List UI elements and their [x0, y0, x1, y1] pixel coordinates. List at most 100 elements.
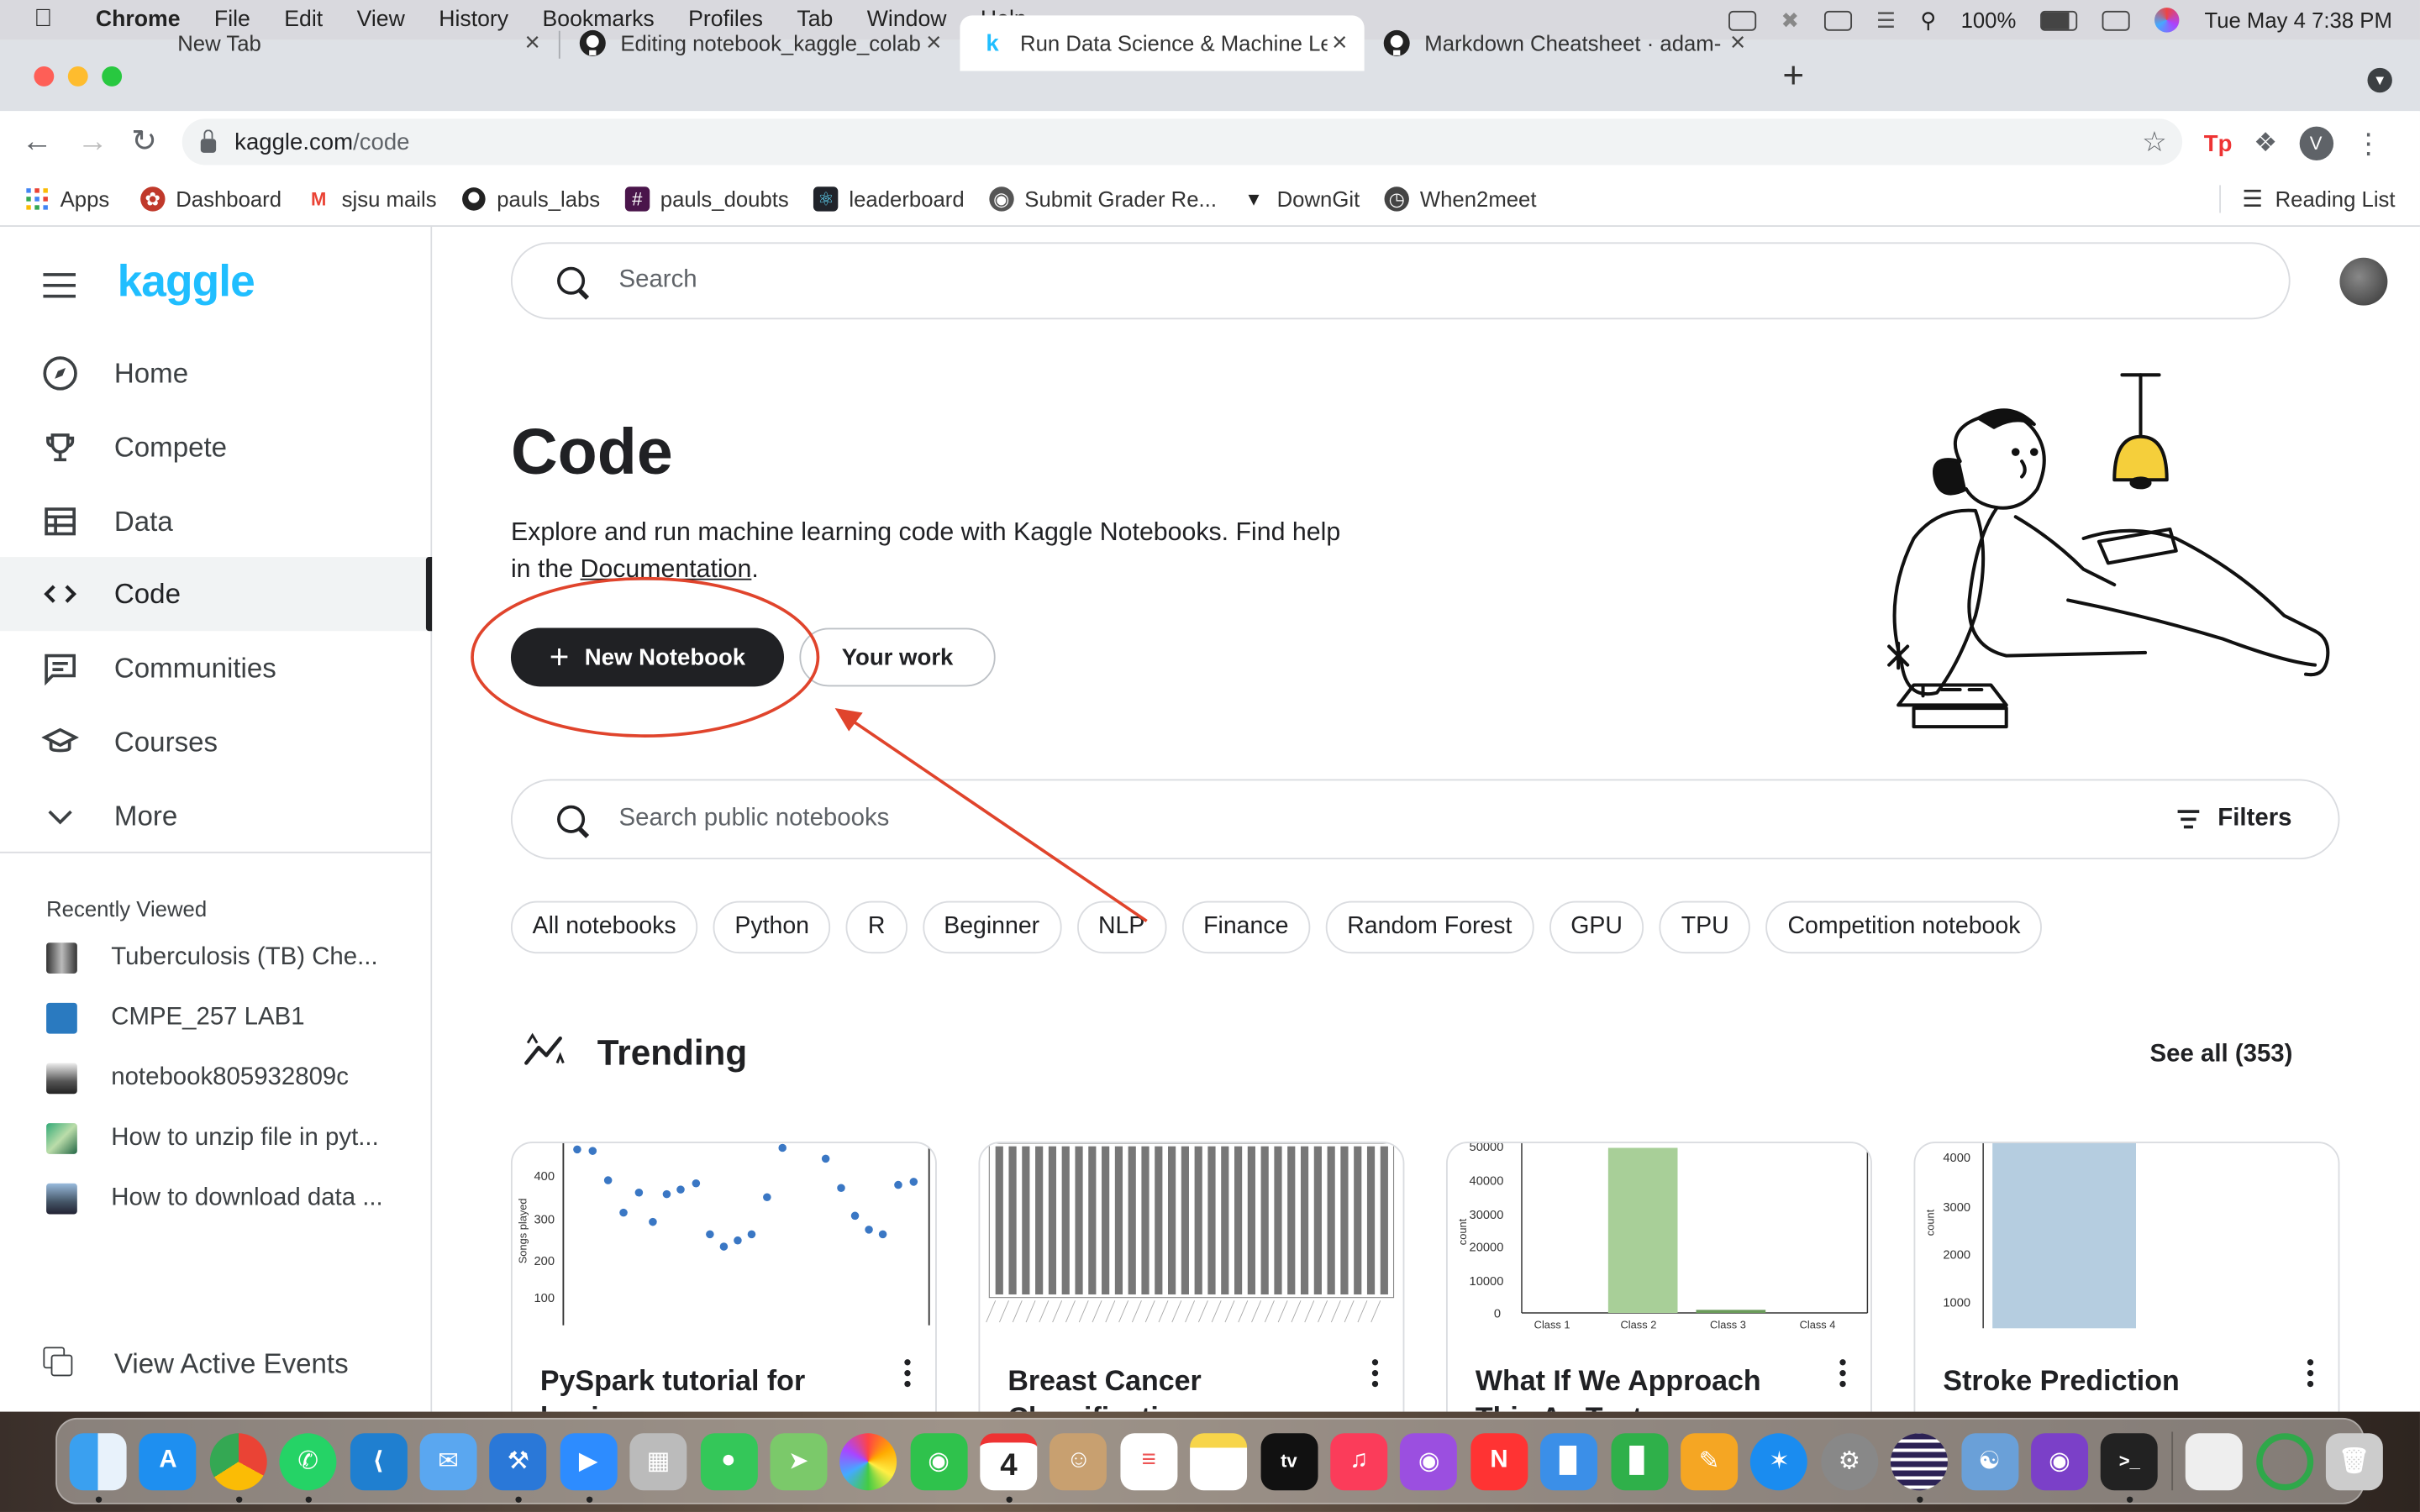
site-search-input[interactable]: Search [510, 242, 2291, 320]
bookmark-submit-grader[interactable]: ◉ Submit Grader Re... [989, 186, 1217, 212]
chip-beginner[interactable]: Beginner [922, 900, 1061, 954]
apple-menu-icon[interactable]:  [34, 6, 65, 34]
sidebar-item-home[interactable]: Home [0, 336, 430, 410]
more-options-icon[interactable] [1371, 1359, 1379, 1392]
chip-competition-notebook[interactable]: Competition notebook [1765, 900, 2043, 954]
notebook-card[interactable]: count 4000 3000 2000 1000 Stroke Predict… [1913, 1142, 2340, 1412]
tab-editing-notebook[interactable]: Editing notebook_kaggle_colab × [560, 15, 959, 71]
zoom-icon[interactable]: ▶ [560, 1432, 618, 1503]
photos-icon[interactable] [839, 1432, 897, 1490]
chip-nlp[interactable]: NLP [1076, 900, 1167, 954]
safari-icon[interactable]: ✶ [1750, 1432, 1808, 1490]
news-icon[interactable]: N [1470, 1432, 1528, 1490]
bookmark-downgit[interactable]: ▼ DownGit [1241, 186, 1360, 211]
close-tab-icon[interactable]: × [922, 28, 946, 59]
maps-icon[interactable]: ➤ [770, 1432, 828, 1490]
sidebar-item-code[interactable]: Code [0, 557, 433, 632]
documents-folder-icon[interactable] [2185, 1432, 2243, 1490]
tp-extension-icon[interactable]: Tp [2204, 130, 2233, 156]
profile-avatar[interactable]: V [2298, 126, 2333, 161]
notes-icon[interactable] [1190, 1432, 1248, 1490]
terminal-icon[interactable]: >_ [2101, 1432, 2159, 1503]
wifi-icon[interactable]: ☰ [1876, 7, 1896, 33]
recent-item[interactable]: Tuberculosis (TB) Che... [46, 940, 417, 977]
battery-icon[interactable] [2040, 9, 2078, 30]
more-options-icon[interactable] [904, 1359, 911, 1392]
preview-icon[interactable]: ☯ [1960, 1432, 2018, 1490]
your-work-button[interactable]: Your work [799, 627, 996, 687]
keynote-icon[interactable]: ▉ [1540, 1432, 1598, 1490]
vscode-icon[interactable]: ⟨ [350, 1432, 408, 1490]
contacts-icon[interactable]: ☺ [1050, 1432, 1107, 1490]
chip-finance[interactable]: Finance [1181, 900, 1311, 954]
facetime-icon[interactable]: ◉ [910, 1432, 968, 1490]
user-avatar[interactable] [2339, 257, 2388, 306]
reload-icon[interactable]: ↻ [131, 123, 157, 160]
chip-random-forest[interactable]: Random Forest [1325, 900, 1534, 954]
lock-icon[interactable] [200, 129, 217, 152]
apple-tv-icon[interactable]: tv [1260, 1432, 1318, 1490]
chip-tpu[interactable]: TPU [1660, 900, 1751, 954]
hamburger-menu-icon[interactable] [43, 273, 76, 306]
music-icon[interactable]: ♫ [1330, 1432, 1388, 1490]
recent-item[interactable]: How to unzip file in pyt... [46, 1120, 417, 1157]
notebook-card[interactable]: Breast Cancer Classification [978, 1142, 1405, 1412]
sidebar-item-more[interactable]: More [0, 780, 430, 853]
xcode-icon[interactable]: ⚒ [489, 1432, 547, 1503]
chrome-icon[interactable] [209, 1432, 267, 1503]
filters-button[interactable]: Filters [2177, 806, 2291, 833]
chip-python[interactable]: Python [713, 900, 831, 954]
mail-icon[interactable]: ✉ [419, 1432, 477, 1490]
notebook-card[interactable]: count 50000 40000 30000 20000 10000 0 Cl… [1445, 1142, 1872, 1412]
chip-r[interactable]: R [846, 900, 908, 954]
sidebar-item-courses[interactable]: Courses [0, 705, 430, 779]
close-window-button[interactable] [34, 66, 55, 87]
forward-arrow-icon[interactable]: → [77, 123, 108, 160]
trash-icon[interactable]: 🗑 [2325, 1432, 2383, 1490]
zoom-window-button[interactable] [102, 66, 123, 87]
recent-item[interactable]: How to download data ... [46, 1180, 417, 1217]
bookmark-dashboard[interactable]: ✿ Dashboard [139, 186, 281, 212]
tab-kaggle-code[interactable]: k Run Data Science & Machine Le × [960, 15, 1365, 71]
notebook-search-input[interactable]: Search public notebooks Filters [510, 779, 2340, 860]
back-arrow-icon[interactable]: ← [22, 123, 53, 160]
tab-search-chevron-icon[interactable]: ▼ [2367, 67, 2392, 93]
spotlight-search-icon[interactable]: ⚲ [1920, 7, 1936, 33]
bookmark-pauls-doubts[interactable]: # pauls_doubts [624, 186, 789, 212]
bookmark-apps[interactable]: Apps [24, 186, 109, 212]
bookmark-star-icon[interactable]: ☆ [2142, 126, 2167, 159]
chip-all-notebooks[interactable]: All notebooks [510, 900, 698, 954]
pages-icon[interactable]: ✎ [1681, 1432, 1739, 1490]
new-tab-plus-icon[interactable]: + [1782, 58, 1804, 95]
reminders-icon[interactable]: ≡ [1120, 1432, 1178, 1490]
address-bar[interactable]: kaggle.com/code ☆ [182, 118, 2183, 165]
launchpad-icon[interactable]: ▦ [629, 1432, 687, 1490]
see-all-link[interactable]: See all (353) [2150, 1042, 2293, 1069]
sidebar-item-data[interactable]: Data [0, 485, 430, 559]
extensions-puzzle-icon[interactable]: ❖ [2254, 128, 2277, 159]
view-active-events-link[interactable]: View Active Events [43, 1347, 349, 1380]
menubar-clock[interactable]: Tue May 4 7:38 PM [2204, 8, 2391, 32]
bookmark-when2meet[interactable]: ◷ When2meet [1384, 186, 1536, 212]
recent-item[interactable]: notebook805932809c [46, 1060, 417, 1097]
kaggle-logo[interactable]: kaggle [118, 258, 255, 309]
control-center-icon[interactable] [2102, 9, 2131, 30]
bookmark-sjsu-mails[interactable]: M sjsu mails [306, 186, 437, 211]
notebook-card[interactable]: Songs played 400 300 200 100 PySpark tut… [510, 1142, 937, 1412]
messages-icon[interactable]: ● [699, 1432, 757, 1490]
minimize-window-button[interactable] [67, 66, 88, 87]
chrome-menu-icon[interactable]: ⋮ [2354, 128, 2382, 160]
close-tab-icon[interactable]: × [1328, 28, 1352, 59]
sidebar-item-compete[interactable]: Compete [0, 411, 430, 485]
numbers-icon[interactable]: ▊ [1610, 1432, 1668, 1490]
finder-icon[interactable] [69, 1432, 127, 1503]
whatsapp-icon[interactable]: ✆ [279, 1432, 337, 1503]
bookmark-leaderboard[interactable]: ⚛ leaderboard [813, 186, 965, 212]
bookmark-pauls-labs[interactable]: pauls_labs [461, 186, 600, 212]
more-options-icon[interactable] [2307, 1359, 2314, 1392]
close-tab-icon[interactable]: × [520, 28, 544, 59]
reading-list-button[interactable]: ☰ Reading List [2218, 185, 2396, 213]
tab-new-tab[interactable]: New Tab × [159, 15, 557, 71]
close-tab-icon[interactable]: × [1725, 28, 1749, 59]
activity-ring-icon[interactable] [2255, 1432, 2313, 1490]
